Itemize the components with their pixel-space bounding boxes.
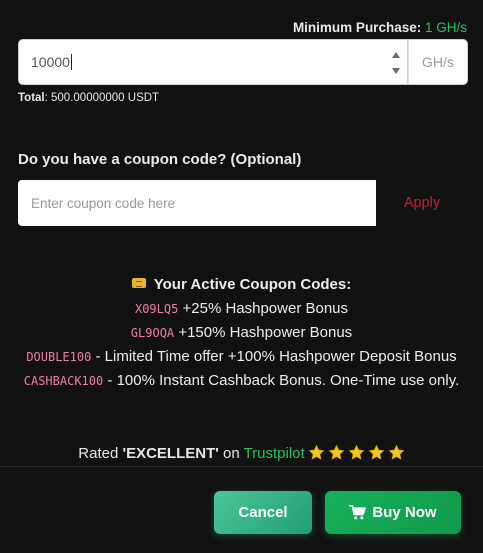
coupon-description: - 100% Instant Cashback Bonus. One-Time … bbox=[103, 372, 460, 389]
coupon-description: +150% Hashpower Bonus bbox=[174, 324, 353, 341]
cart-icon bbox=[349, 505, 367, 520]
coupon-description: +25% Hashpower Bonus bbox=[178, 300, 349, 317]
coupon-code: CASHBACK100 bbox=[23, 374, 104, 388]
trustpilot-link[interactable]: Trustpilot bbox=[244, 445, 305, 462]
coupon-code: DOUBLE100 bbox=[26, 350, 92, 364]
spinner-down-icon[interactable] bbox=[392, 68, 400, 74]
total-amount: Total: 500.00000000 USDT bbox=[18, 92, 159, 104]
coupon-placeholder: Enter coupon code here bbox=[31, 195, 176, 211]
hashpower-amount-group: 10000 GH/s bbox=[18, 39, 468, 85]
minimum-purchase-value: 1 GH/s bbox=[424, 20, 467, 35]
unit-addon: GH/s bbox=[408, 39, 468, 85]
footer-divider bbox=[0, 466, 483, 467]
coupon-description: - Limited Time offer +100% Hashpower Dep… bbox=[91, 348, 457, 365]
coupon-code: X09LQ5 bbox=[134, 302, 179, 316]
apply-coupon-button[interactable]: Apply bbox=[376, 180, 468, 226]
minimum-purchase-label: Minimum Purchase: bbox=[292, 20, 422, 35]
active-coupons-title: Your Active Coupon Codes: bbox=[0, 276, 483, 293]
rating-prefix: Rated bbox=[78, 445, 123, 462]
coupon-code: GL9OQA bbox=[130, 326, 175, 340]
minimum-purchase: Minimum Purchase: 1 GH/s bbox=[293, 20, 467, 35]
cancel-button[interactable]: Cancel bbox=[214, 491, 312, 534]
star-icon bbox=[388, 444, 405, 460]
rating-grade: 'EXCELLENT' bbox=[122, 445, 219, 462]
hashpower-amount-input[interactable]: 10000 bbox=[18, 39, 408, 85]
coupon-list-item: CASHBACK100 - 100% Instant Cashback Bonu… bbox=[0, 372, 483, 389]
coupon-list-item: X09LQ5 +25% Hashpower Bonus bbox=[0, 300, 483, 317]
star-icon bbox=[368, 444, 385, 460]
total-label: Total bbox=[18, 92, 45, 104]
coupon-list-item: GL9OQA +150% Hashpower Bonus bbox=[0, 324, 483, 341]
text-caret bbox=[70, 54, 72, 70]
spinner-up-icon[interactable] bbox=[392, 52, 400, 58]
active-coupons-title-text: Your Active Coupon Codes: bbox=[153, 276, 352, 293]
star-icon bbox=[308, 444, 325, 460]
coupon-list-item: DOUBLE100 - Limited Time offer +100% Has… bbox=[0, 348, 483, 365]
coupon-code-input[interactable]: Enter coupon code here bbox=[18, 180, 376, 226]
rating-stars bbox=[305, 444, 405, 462]
buy-now-label: Buy Now bbox=[372, 504, 437, 521]
buy-now-button[interactable]: Buy Now bbox=[325, 491, 461, 534]
purchase-panel: Minimum Purchase: 1 GH/s 10000 GH/s Tota… bbox=[0, 0, 483, 553]
rating-on: on bbox=[218, 445, 244, 462]
star-icon bbox=[348, 444, 365, 460]
number-spinner[interactable] bbox=[391, 52, 401, 74]
ticket-icon bbox=[131, 278, 146, 288]
cancel-button-label: Cancel bbox=[238, 504, 288, 521]
star-icon bbox=[328, 444, 345, 460]
total-value: : 500.00000000 USDT bbox=[44, 92, 160, 104]
coupon-question: Do you have a coupon code? (Optional) bbox=[18, 151, 302, 168]
hashpower-amount-value: 10000 bbox=[31, 54, 70, 70]
trustpilot-rating: Rated 'EXCELLENT' on Trustpilot bbox=[0, 444, 483, 462]
